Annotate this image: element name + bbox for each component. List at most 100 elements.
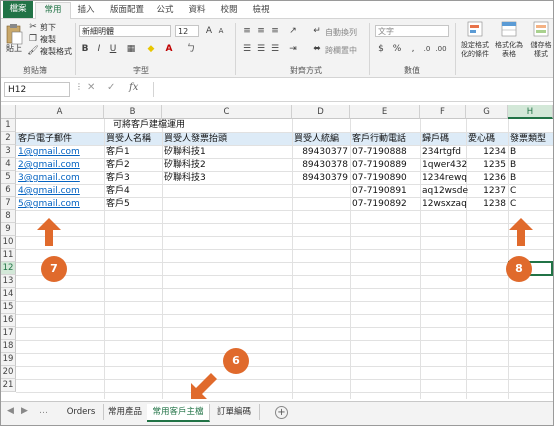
currency-icon[interactable]: $ — [375, 43, 387, 55]
mobile-cell[interactable]: 07-7190890 — [352, 172, 407, 185]
number-format-combo[interactable]: 文字 — [375, 25, 449, 37]
header-cell[interactable]: 買受人發票抬頭 — [164, 133, 227, 146]
column-header-c[interactable]: C — [162, 105, 292, 119]
tab-page-layout[interactable]: 版面配置 — [105, 3, 149, 17]
row-header[interactable]: 14 — [1, 288, 16, 301]
cancel-icon[interactable]: ✕ — [87, 82, 95, 93]
row-header[interactable]: 18 — [1, 340, 16, 353]
next-sheet-icon[interactable]: ▶ — [21, 406, 28, 416]
column-header-a[interactable]: A — [16, 105, 104, 119]
orientation-icon[interactable]: ↗ — [287, 25, 299, 37]
decrease-font-icon[interactable]: A — [215, 25, 227, 37]
bold-icon[interactable]: B — [79, 43, 91, 55]
sheet-title-cell[interactable]: 可將客戶建檔運用 — [113, 119, 185, 132]
buyer-name-cell[interactable]: 客戶2 — [106, 159, 130, 172]
font-name-combo[interactable]: 新細明體 — [79, 25, 171, 37]
mobile-cell[interactable]: 07-7190892 — [352, 198, 407, 211]
row-header[interactable]: 11 — [1, 249, 16, 262]
header-cell[interactable]: 歸戶碼 — [422, 133, 449, 146]
invoice-type-cell[interactable]: C — [510, 185, 516, 198]
row-header[interactable]: 9 — [1, 223, 16, 236]
carrier-code-cell[interactable]: 12wsxzaq — [422, 198, 467, 211]
invoice-title-cell[interactable]: 矽聯科技2 — [164, 159, 206, 172]
font-size-combo[interactable]: 12 — [175, 25, 199, 37]
comma-icon[interactable]: , — [407, 43, 419, 55]
invoice-type-cell[interactable]: B — [510, 146, 516, 159]
select-all-corner[interactable] — [1, 105, 16, 119]
invoice-title-cell[interactable]: 矽聯科技1 — [164, 146, 206, 159]
cut-button[interactable]: 剪下 — [40, 22, 56, 33]
tab-insert[interactable]: 插入 — [73, 3, 99, 17]
tab-data[interactable]: 資料 — [185, 3, 209, 17]
header-cell[interactable]: 買受人名稱 — [106, 133, 151, 146]
invoice-type-cell[interactable]: B — [510, 172, 516, 185]
donation-code-cell[interactable]: 1236 — [466, 172, 506, 185]
increase-font-icon[interactable]: A — [203, 25, 215, 37]
email-cell[interactable]: 3@gmail.com — [18, 172, 80, 185]
column-header-d[interactable]: D — [292, 105, 350, 119]
sheet-tab-customers[interactable]: 常用客戶主檔 — [147, 404, 210, 422]
header-cell[interactable]: 買受人統編 — [294, 133, 339, 146]
header-cell[interactable]: 發票類型 — [510, 133, 546, 146]
sheet-tab-orders[interactable]: Orders — [59, 404, 104, 420]
row-header[interactable]: 21 — [1, 379, 16, 392]
row-header[interactable]: 4 — [1, 158, 16, 171]
sheet-tab-products[interactable]: 常用產品 — [103, 404, 148, 420]
header-cell[interactable]: 愛心碼 — [468, 133, 495, 146]
donation-code-cell[interactable]: 1234 — [466, 146, 506, 159]
row-header[interactable]: 3 — [1, 145, 16, 158]
sheet-tab-order-codes[interactable]: 訂單編碼 — [209, 404, 260, 420]
carrier-code-cell[interactable]: 1qwer432 — [422, 159, 467, 172]
row-header[interactable]: 7 — [1, 197, 16, 210]
row-header[interactable]: 5 — [1, 171, 16, 184]
align-right-icon[interactable]: ☰ — [269, 43, 281, 55]
invoice-type-cell[interactable]: B — [510, 159, 516, 172]
row-header[interactable]: 20 — [1, 366, 16, 379]
row-header[interactable]: 13 — [1, 275, 16, 288]
buyer-name-cell[interactable]: 客戶1 — [106, 146, 130, 159]
tab-formulas[interactable]: 公式 — [153, 3, 177, 17]
mobile-cell[interactable]: 07-7190891 — [352, 185, 407, 198]
add-sheet-button[interactable]: + — [275, 406, 288, 419]
row-header[interactable]: 19 — [1, 353, 16, 366]
header-cell[interactable]: 客戶行動電話 — [352, 133, 406, 146]
tab-review[interactable]: 校閱 — [217, 3, 241, 17]
donation-code-cell[interactable]: 1238 — [466, 198, 506, 211]
conditional-format-button[interactable]: 設定格式化的條件 — [459, 41, 491, 59]
prev-sheet-icon[interactable]: ◀ — [7, 406, 14, 416]
email-cell[interactable]: 2@gmail.com — [18, 159, 80, 172]
row-header[interactable]: 8 — [1, 210, 16, 223]
tab-view[interactable]: 檢視 — [249, 3, 273, 17]
buyer-name-cell[interactable]: 客戶4 — [106, 185, 130, 198]
row-header[interactable]: 1 — [1, 119, 16, 132]
align-bottom-icon[interactable]: ≡ — [269, 25, 281, 37]
insert-function-icon[interactable]: fx — [129, 82, 138, 93]
column-header-b[interactable]: B — [104, 105, 162, 119]
underline-icon[interactable]: U — [107, 43, 119, 55]
carrier-code-cell[interactable]: aq12wsde — [422, 185, 468, 198]
row-header[interactable]: 12 — [1, 262, 16, 275]
invoice-type-cell[interactable]: C — [510, 198, 516, 211]
phonetic-icon[interactable]: ㄅ — [185, 43, 197, 55]
column-header-f[interactable]: F — [420, 105, 466, 119]
email-cell[interactable]: 1@gmail.com — [18, 146, 80, 159]
borders-icon[interactable]: ▦ — [125, 43, 137, 55]
tax-id-cell[interactable]: 89430377 — [292, 146, 348, 159]
tab-file[interactable]: 檔案 — [3, 1, 33, 18]
format-painter-button[interactable]: 複製格式 — [40, 46, 72, 57]
row-header[interactable]: 6 — [1, 184, 16, 197]
increase-decimal-icon[interactable]: .0 — [421, 43, 433, 55]
format-table-button[interactable]: 格式化為表格 — [495, 41, 523, 59]
row-header[interactable]: 16 — [1, 314, 16, 327]
copy-button[interactable]: 複製 — [40, 34, 56, 45]
fill-color-icon[interactable]: ◆ — [145, 43, 157, 55]
column-header-g[interactable]: G — [466, 105, 508, 119]
formula-input[interactable] — [153, 82, 550, 97]
align-left-icon[interactable]: ☰ — [241, 43, 253, 55]
cell-styles-button[interactable]: 儲存格樣式 — [529, 41, 553, 59]
align-top-icon[interactable]: ≡ — [241, 25, 253, 37]
email-cell[interactable]: 4@gmail.com — [18, 185, 80, 198]
row-header[interactable]: 10 — [1, 236, 16, 249]
column-header-h[interactable]: H — [508, 105, 553, 119]
tax-id-cell[interactable]: 89430378 — [292, 159, 348, 172]
